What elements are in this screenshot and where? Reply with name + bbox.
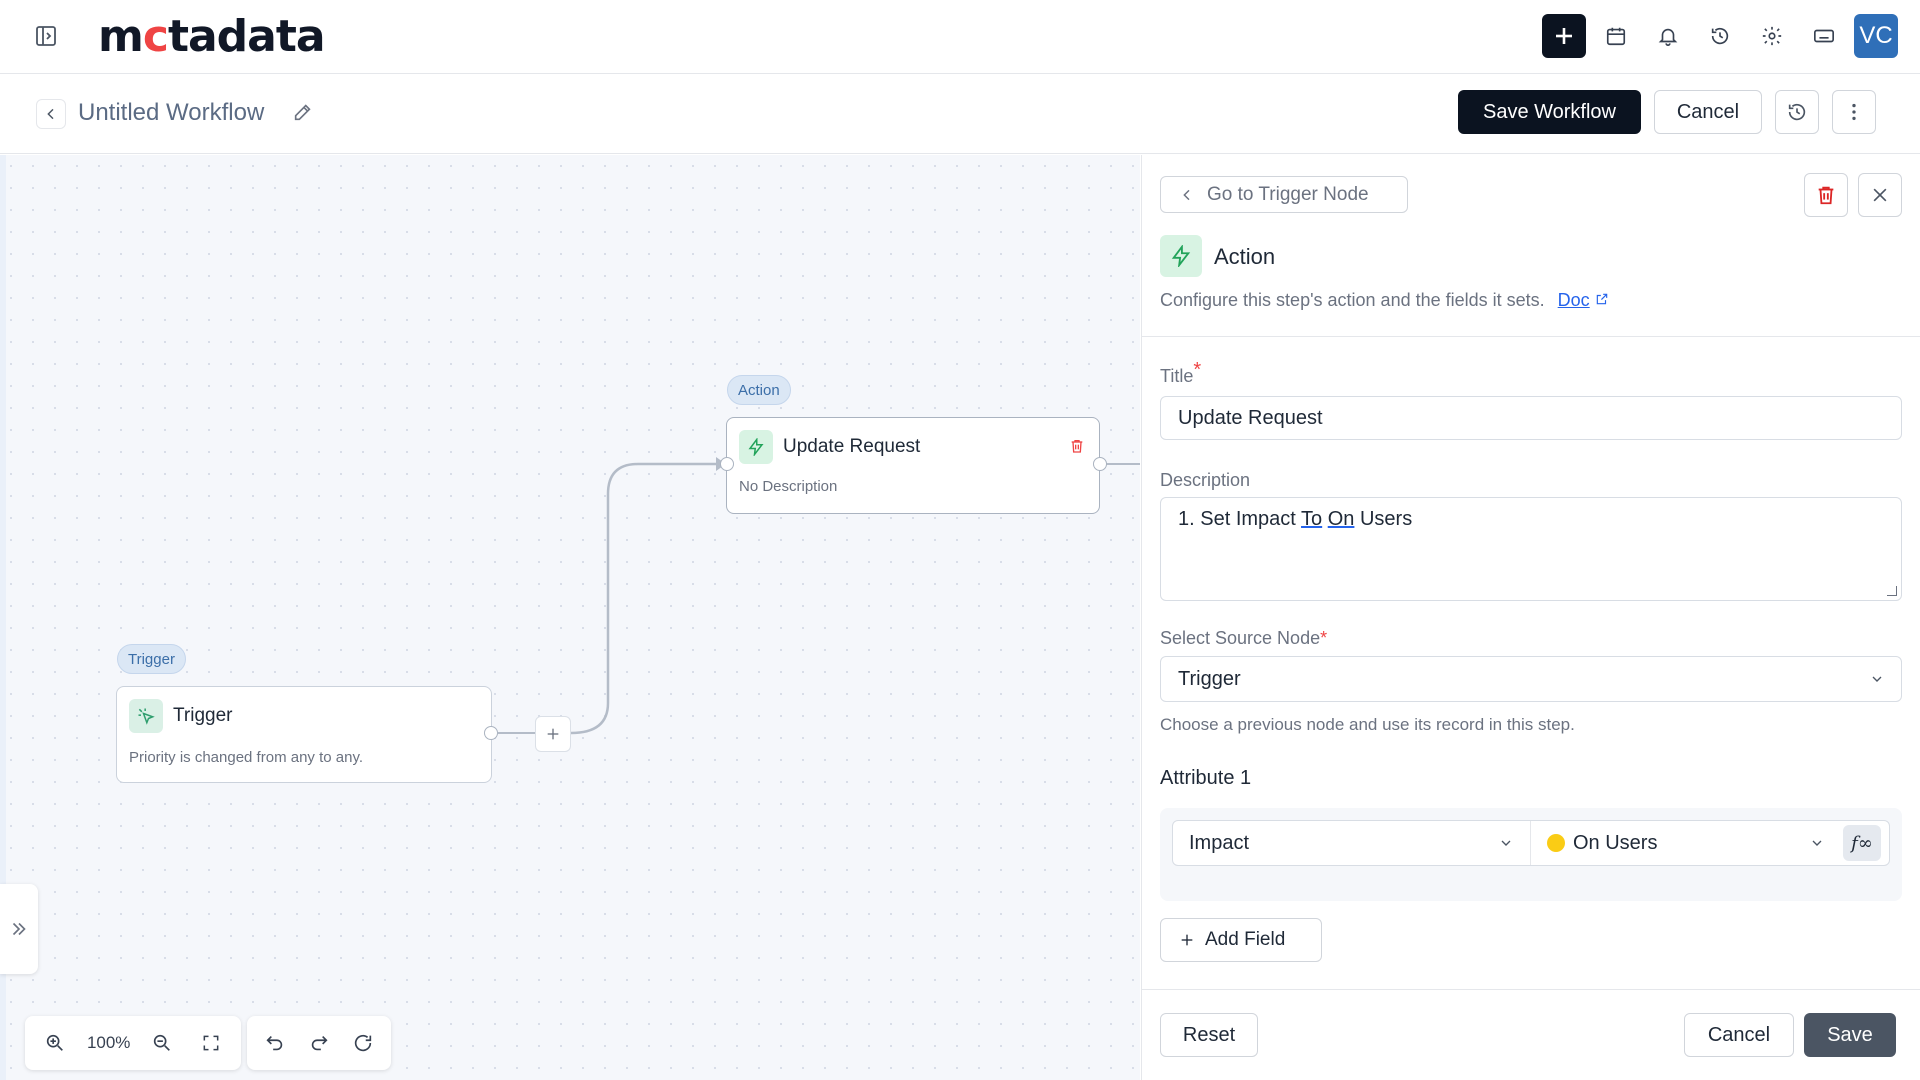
top-bar: mctadata VC [0,0,1920,74]
top-actions: VC [1542,14,1898,58]
panel-subtitle-text: Configure this step's action and the fie… [1160,290,1545,310]
trigger-node-badge: Trigger [117,644,186,674]
chevron-left-icon [1183,189,1190,200]
source-node-label: Select Source Node* [1160,628,1328,648]
close-icon[interactable] [1858,173,1902,217]
title-input[interactable]: Update Request [1160,396,1902,440]
action-node-title: Update Request [783,436,921,457]
description-label: Description [1160,470,1251,490]
history-icon[interactable] [1698,14,1742,58]
go-to-trigger-button[interactable]: Go to Trigger Node [1160,176,1408,213]
lightning-icon [1160,235,1202,277]
description-textarea[interactable]: 1. Set Impact To On Users [1160,497,1902,601]
save-workflow-button[interactable]: Save Workflow [1458,90,1641,134]
avatar[interactable]: VC [1854,14,1898,58]
zoom-level: 100% [86,1033,131,1052]
action-input-handle[interactable] [720,457,734,471]
lightning-icon [739,430,773,464]
add-to-action-edge [570,462,716,735]
panel-subtitle: Configure this step's action and the fie… [1160,290,1609,311]
trigger-output-handle[interactable] [484,726,498,740]
calendar-icon[interactable] [1594,14,1638,58]
chevron-down-icon [1498,834,1514,857]
redo-icon[interactable] [302,1026,336,1060]
zoom-out-icon[interactable] [145,1026,179,1060]
attribute-label: Attribute 1 [1160,767,1252,789]
attribute-value-select[interactable]: On Users [1531,821,1841,865]
save-button[interactable]: Save [1804,1013,1896,1057]
undo-icon[interactable] [258,1026,292,1060]
cancel-button[interactable]: Cancel [1684,1013,1794,1057]
delete-icon[interactable] [1804,173,1848,217]
chevron-down-icon [1809,834,1825,857]
fit-view-icon[interactable] [194,1026,228,1060]
zoom-in-icon[interactable] [38,1026,72,1060]
edit-pencil-icon[interactable] [292,101,314,128]
action-node[interactable]: Update Request No Description [726,417,1100,514]
title-label: Title* [1160,359,1202,386]
add-node-button[interactable] [535,716,571,752]
workflow-canvas[interactable]: Trigger Trigger Priority is changed from… [0,155,1140,1080]
more-options-icon[interactable] [1832,90,1876,134]
keyboard-icon[interactable] [1802,14,1846,58]
delete-node-icon[interactable] [1069,438,1085,459]
workflow-header: Untitled Workflow Save Workflow Cancel [0,75,1920,154]
action-output-handle[interactable] [1093,457,1107,471]
refresh-icon[interactable] [346,1026,380,1060]
zoom-controls: 100% [25,1016,241,1070]
action-node-badge: Action [727,375,791,405]
reset-button[interactable]: Reset [1160,1013,1258,1057]
trigger-node-description: Priority is changed from any to any. [129,749,363,766]
panel-heading: Action [1214,244,1276,269]
plus-icon[interactable] [1542,14,1586,58]
bell-icon[interactable] [1646,14,1690,58]
workflow-title: Untitled Workflow [78,99,265,126]
trigger-node-title: Trigger [173,705,233,726]
resize-grip[interactable] [1887,586,1897,596]
gear-icon[interactable] [1750,14,1794,58]
version-history-icon[interactable] [1775,90,1819,134]
impact-status-dot [1547,834,1565,852]
source-node-select[interactable]: Trigger [1160,656,1902,702]
trigger-node[interactable]: Trigger Priority is changed from any to … [116,686,492,783]
trigger-pointer-icon [129,699,163,733]
attribute-row-container: Impact On Users f∞ [1160,808,1902,901]
attribute-field-select[interactable]: Impact [1173,821,1531,865]
go-to-trigger-label: Go to Trigger Node [1207,183,1369,205]
external-link-icon [1596,293,1607,305]
chevron-down-icon [1869,670,1885,693]
sidebar-toggle-icon[interactable] [30,20,62,52]
connection-edges [498,457,1140,735]
cancel-workflow-button[interactable]: Cancel [1654,90,1762,134]
doc-link[interactable]: Doc [1558,290,1590,310]
history-controls [247,1016,391,1070]
function-icon[interactable]: f∞ [1843,825,1881,861]
plus-icon [1181,934,1193,946]
attribute-row: Impact On Users f∞ [1172,820,1890,866]
add-field-button[interactable]: Add Field [1160,918,1322,962]
source-node-hint: Choose a previous node and use its recor… [1160,715,1575,734]
action-node-description: No Description [739,478,838,495]
divider [1142,336,1920,337]
footer-divider [1142,989,1920,990]
node-config-panel: Go to Trigger Node Action Configure this… [1141,155,1920,1080]
expand-palette-tab[interactable] [0,884,38,974]
logo: mctadata [98,11,326,62]
back-button[interactable] [36,99,66,129]
